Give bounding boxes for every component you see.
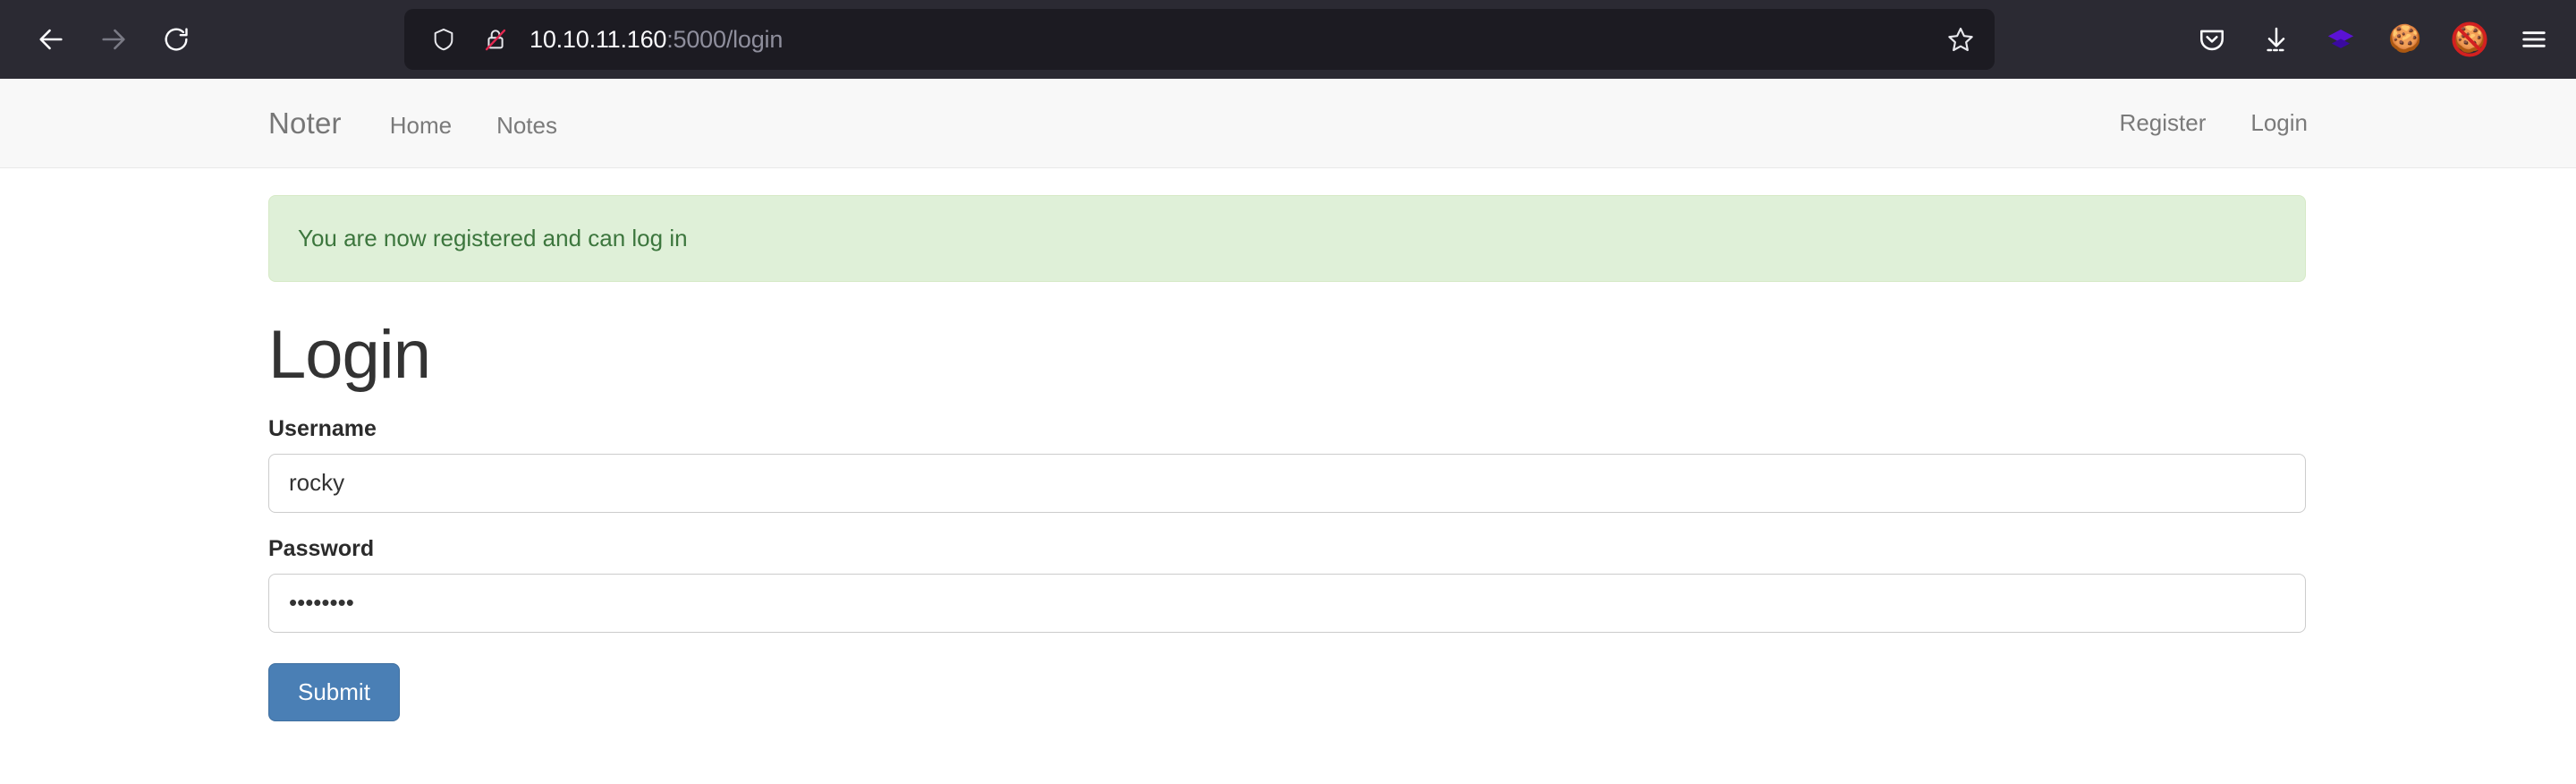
shield-icon[interactable] (424, 20, 463, 59)
username-label: Username (268, 415, 377, 441)
navbar-left: Noter Home Notes (268, 107, 602, 141)
navbar-right: Register Login (2075, 109, 2308, 137)
navigation-buttons (23, 12, 204, 67)
page-body: Noter Home Notes Register Login You are … (0, 79, 2576, 784)
toolbar-extension-icons: 🍪 🍪 (2186, 0, 2560, 79)
main-content: You are now registered and can log in Lo… (0, 195, 2576, 721)
app-menu-icon[interactable] (2508, 13, 2560, 65)
nav-link-notes[interactable]: Notes (496, 112, 557, 140)
navbar-brand[interactable]: Noter (268, 107, 342, 141)
login-form: Username Password Submit (268, 416, 2308, 721)
flash-message-success: You are now registered and can log in (268, 195, 2306, 282)
cookie-extension-icon[interactable]: 🍪 (2379, 13, 2431, 65)
username-input[interactable] (268, 453, 2306, 513)
password-label: Password (268, 535, 375, 561)
url-bar-container: 10.10.11.160:5000/login (404, 9, 1995, 70)
password-input[interactable] (268, 573, 2306, 633)
cookie-blocked-extension-icon[interactable]: 🍪 (2444, 13, 2496, 65)
lock-insecure-icon[interactable] (476, 20, 515, 59)
url-bar[interactable]: 10.10.11.160:5000/login (404, 9, 1995, 70)
password-form-group: Password (268, 536, 2308, 633)
site-navbar: Noter Home Notes Register Login (0, 79, 2576, 168)
nav-link-login[interactable]: Login (2250, 109, 2308, 137)
url-path: :5000/login (666, 25, 784, 53)
submit-button[interactable]: Submit (268, 662, 400, 721)
url-host: 10.10.11.160 (530, 25, 667, 53)
url-bar-icons (424, 20, 515, 59)
layers-extension-icon[interactable] (2315, 13, 2367, 65)
url-text[interactable]: 10.10.11.160:5000/login (530, 26, 1937, 54)
downloads-icon[interactable] (2250, 13, 2302, 65)
username-form-group: Username (268, 416, 2308, 513)
bookmark-star-icon[interactable] (1937, 16, 1984, 63)
forward-button[interactable] (86, 12, 141, 67)
back-button[interactable] (23, 12, 79, 67)
nav-link-register[interactable]: Register (2120, 109, 2207, 137)
page-title: Login (268, 317, 431, 393)
pocket-icon[interactable] (2186, 13, 2238, 65)
browser-toolbar: 10.10.11.160:5000/login 🍪 🍪 (0, 0, 2576, 79)
nav-link-home[interactable]: Home (390, 112, 452, 140)
reload-button[interactable] (148, 12, 204, 67)
